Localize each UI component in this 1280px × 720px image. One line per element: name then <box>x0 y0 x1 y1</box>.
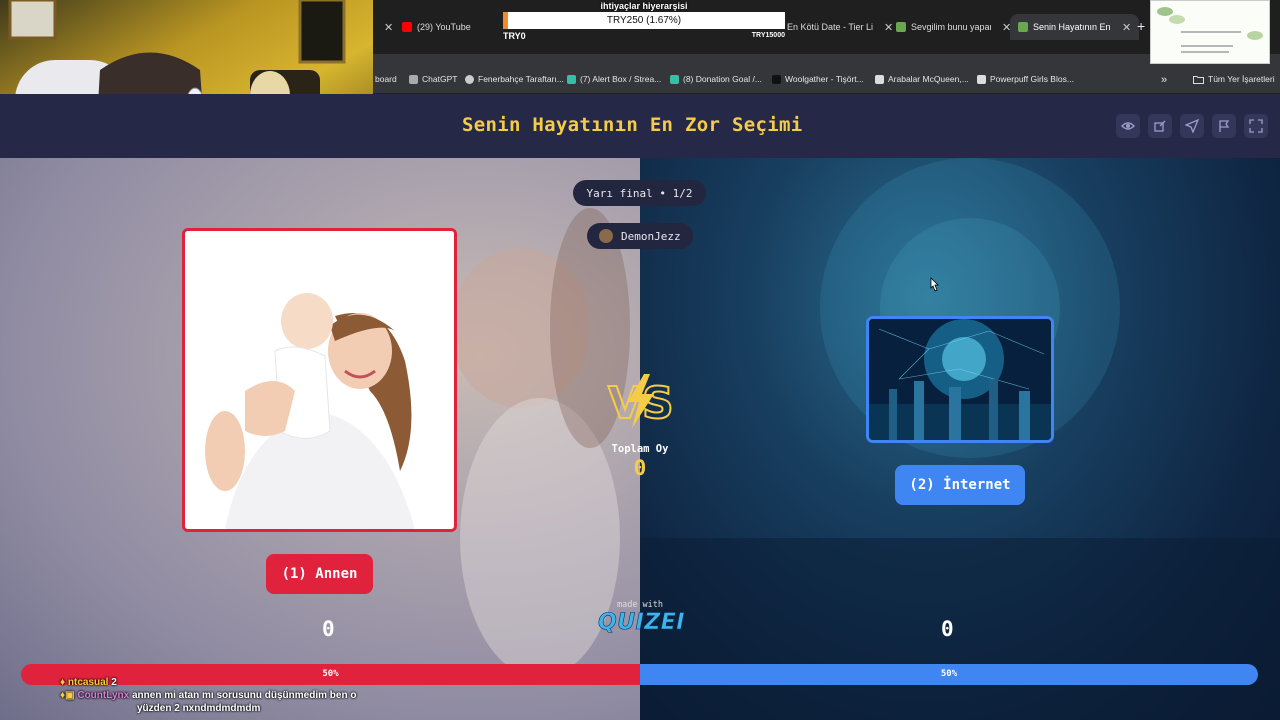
close-icon[interactable]: ✕ <box>384 21 393 34</box>
fullscreen-button[interactable] <box>1244 114 1268 138</box>
tab-label: Senin Hayatının En Z <box>1033 22 1111 32</box>
eye-button[interactable] <box>1116 114 1140 138</box>
chat-badge-icon: ♦▣ <box>60 690 75 701</box>
text-line <box>1181 45 1233 47</box>
bookmark-item[interactable]: Powerpuff Girls Blos... <box>977 74 1074 84</box>
leaf-decoration <box>1169 15 1185 24</box>
total-votes-value: 0 <box>633 456 647 480</box>
text-line <box>1181 51 1229 53</box>
avatar <box>599 229 613 243</box>
page-title: Senin Hayatının En Zor Seçimi <box>462 114 803 136</box>
streamelements-icon <box>567 74 576 84</box>
bookmark-item[interactable]: Fenerbahçe Taraftarı... <box>465 74 564 84</box>
chat-username: ntcasual <box>67 677 109 688</box>
goal-amount: TRY250 (1.67%) <box>606 15 682 26</box>
leaf-decoration <box>1247 31 1263 40</box>
bookmark-item[interactable]: ChatGPT <box>409 74 457 84</box>
bookmark-item[interactable]: (8) Donation Goal /... <box>670 74 762 84</box>
mother-baby-image <box>185 231 454 529</box>
new-tab-icon[interactable]: + <box>1137 18 1145 34</box>
quizei-logo[interactable]: QUIZEI <box>598 610 685 636</box>
eye-icon <box>1121 122 1135 130</box>
send-icon <box>1185 119 1199 133</box>
chatgpt-icon <box>409 74 418 84</box>
bookmark-item[interactable]: Woolgather - Tişört... <box>772 74 864 84</box>
site-icon <box>896 22 906 32</box>
edit-icon <box>1154 120 1166 132</box>
site-icon <box>772 74 781 84</box>
report-button[interactable] <box>1212 114 1236 138</box>
round-badge: Yarı final • 1/2 <box>573 180 706 206</box>
tab-label: Sevgilim bunu yapar <box>911 22 991 32</box>
made-with-label: made with <box>616 600 664 610</box>
fullscreen-icon <box>1249 119 1263 133</box>
close-icon[interactable]: ✕ <box>884 21 893 34</box>
chat-user-icon: ♦ <box>60 677 66 688</box>
right-vote-count: 0 <box>941 617 954 641</box>
tab-youtube[interactable]: (29) YouTube <box>402 16 471 38</box>
bookmark-item[interactable]: Arabalar McQueen,... <box>875 74 969 84</box>
globe-icon <box>465 74 474 84</box>
goal-progress-bar: TRY250 (1.67%) <box>503 12 785 29</box>
leaf-decoration <box>1157 7 1173 16</box>
site-icon <box>1018 22 1028 32</box>
chat-text: yüzden 2 nxndmdmdmdm <box>137 703 261 714</box>
folder-icon <box>1193 75 1204 84</box>
right-percent: 50% <box>940 669 958 679</box>
close-icon[interactable]: ✕ <box>1122 21 1131 34</box>
quiz-header: Senin Hayatının En Zor Seçimi <box>0 94 1280 158</box>
quiz-page: Senin Hayatının En Zor Seçimi Yarı final… <box>0 94 1280 720</box>
site-icon <box>977 74 986 84</box>
chat-username: CountLynx <box>77 690 130 701</box>
tab-label: (29) YouTube <box>417 22 471 32</box>
streamelements-icon <box>670 74 679 84</box>
total-votes-label: Toplam Oy <box>611 443 669 455</box>
edit-button[interactable] <box>1148 114 1172 138</box>
chat-text: 2 <box>111 677 117 688</box>
youtube-icon <box>402 22 412 32</box>
text-line <box>1181 31 1241 33</box>
bookmark-item[interactable]: (7) Alert Box / Strea... <box>567 74 661 84</box>
choice-left-button[interactable]: (1) Annen <box>266 554 373 594</box>
mouse-cursor-icon <box>928 277 940 298</box>
goal-title: ihtiyaçlar hiyerarşisi <box>600 1 688 11</box>
more-bookmarks-icon[interactable]: » <box>1161 74 1167 86</box>
flag-icon <box>1219 120 1230 132</box>
tab-close-partial[interactable]: ✕ <box>378 16 393 38</box>
tab-label: En Kötü Date - Tier Li <box>787 22 874 32</box>
tab-sevgilim[interactable]: Sevgilim bunu yapar ✕ <box>896 16 1011 38</box>
host-badge[interactable]: DemonJezz <box>587 223 693 249</box>
bookmark-item[interactable]: board <box>375 74 397 84</box>
choice-right-image[interactable] <box>866 316 1054 443</box>
chat-text: annen mi atan mı sorusunu düşünmedim ben… <box>131 690 357 701</box>
chat-message: ♦▣ CountLynx annen mi atan mı sorusunu d… <box>60 689 356 702</box>
chat-message-continuation: yüzden 2 nxndmdmdmdm <box>60 702 356 715</box>
vs-icon: VS <box>606 372 675 435</box>
share-button[interactable] <box>1180 114 1204 138</box>
chat-message: ♦ ntcasual 2 <box>60 676 356 689</box>
donation-goal-widget: ihtiyaçlar hiyerarşisi TRY250 (1.67%) TR… <box>503 0 785 42</box>
tab-tier-list[interactable]: En Kötü Date - Tier Li ✕ <box>787 16 893 38</box>
left-vote-count: 0 <box>322 617 335 641</box>
stream-chat-overlay: ♦ ntcasual 2 ♦▣ CountLynx annen mi atan … <box>60 676 356 715</box>
tab-active-quiz[interactable]: Senin Hayatının En Z ✕ <box>1010 14 1140 40</box>
all-bookmarks-folder[interactable]: Tüm Yer İşaretleri <box>1193 74 1275 84</box>
goal-min: TRY0 <box>503 31 526 41</box>
goal-max: TRY15000 <box>751 32 785 39</box>
choice-right-button[interactable]: (2) İnternet <box>895 465 1025 505</box>
internet-globe-image <box>869 319 1051 440</box>
overlay-thumbnail <box>1150 0 1270 64</box>
site-icon <box>875 74 884 84</box>
choice-left-image[interactable] <box>182 228 457 532</box>
